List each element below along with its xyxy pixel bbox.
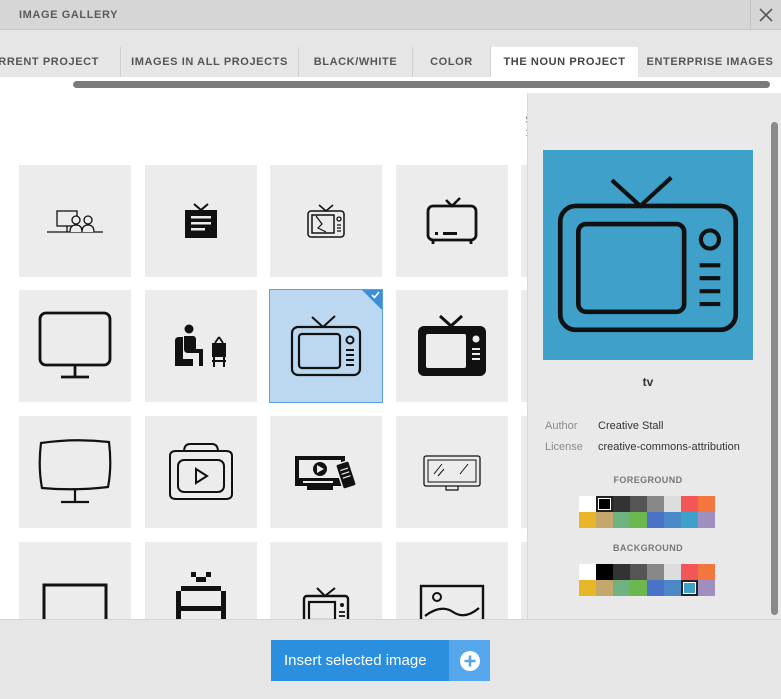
dialog-footer: Insert selected image: [0, 619, 781, 699]
image-tile[interactable]: [396, 165, 508, 277]
tv-icon: [290, 315, 362, 377]
image-tile-selected[interactable]: [269, 289, 383, 403]
tab-bar: CURRENT PROJECT IMAGES IN ALL PROJECTS B…: [0, 30, 781, 77]
horizontal-scrollbar[interactable]: [73, 81, 770, 88]
vertical-scrollbar[interactable]: [771, 122, 778, 615]
pixel-tv-icon: [176, 572, 226, 619]
insert-button-label: Insert selected image: [284, 652, 427, 669]
tv-icon: [557, 176, 739, 333]
image-tile[interactable]: [396, 290, 508, 402]
background-color-swatch[interactable]: [664, 580, 681, 596]
foreground-color-swatch[interactable]: [664, 512, 681, 528]
image-tile[interactable]: [19, 542, 131, 619]
insert-selected-image-button[interactable]: Insert selected image: [271, 640, 490, 681]
background-color-swatch[interactable]: [647, 580, 664, 596]
background-color-swatch[interactable]: [596, 580, 613, 596]
background-color-swatch[interactable]: [596, 564, 613, 580]
foreground-color-swatch[interactable]: [698, 512, 715, 528]
video-tv-icon: [169, 443, 233, 500]
foreground-color-swatch[interactable]: [647, 496, 664, 512]
image-tile[interactable]: [19, 416, 131, 528]
image-tile[interactable]: [396, 542, 508, 619]
image-tile[interactable]: [145, 165, 257, 277]
foreground-color-swatch-selected[interactable]: [596, 496, 613, 512]
background-color-swatch[interactable]: [664, 564, 681, 580]
details-panel: tv Author Creative Stall License creativ…: [527, 93, 781, 619]
background-palette: [579, 564, 715, 596]
background-color-swatch[interactable]: [630, 580, 647, 596]
foreground-palette: [579, 496, 715, 528]
license-label: License: [545, 441, 583, 453]
small-tv-icon: [302, 587, 350, 619]
foreground-color-swatch[interactable]: [681, 512, 698, 528]
person-watching-tv-icon: [175, 324, 226, 367]
image-tile[interactable]: [19, 290, 131, 402]
background-color-swatch[interactable]: [647, 564, 664, 580]
background-color-swatch[interactable]: [613, 580, 630, 596]
background-color-swatch[interactable]: [613, 564, 630, 580]
image-grid: S 1: [0, 93, 527, 619]
image-tile[interactable]: [145, 542, 257, 619]
image-tile[interactable]: [19, 165, 131, 277]
monitor-icon: [38, 311, 112, 379]
dialog-title: IMAGE GALLERY: [19, 9, 119, 21]
image-tile[interactable]: [270, 542, 382, 619]
image-tile[interactable]: [145, 416, 257, 528]
people-at-desk-icon: [47, 210, 103, 233]
image-tile[interactable]: [270, 165, 382, 277]
icon-name: tv: [642, 375, 654, 389]
tab-enterprise-images[interactable]: ENTERPRISE IMAGES: [639, 47, 781, 77]
author-label: Author: [545, 420, 578, 432]
author-value: Creative Stall: [598, 420, 664, 432]
image-tile[interactable]: [270, 416, 382, 528]
background-color-swatch[interactable]: [630, 564, 647, 580]
tab-black-white[interactable]: BLACK/WHITE: [299, 47, 413, 77]
close-icon: [759, 8, 773, 22]
background-color-swatch-selected[interactable]: [681, 580, 698, 596]
flat-tv-icon: [423, 455, 481, 491]
checkmark-icon: [371, 291, 380, 299]
foreground-color-swatch[interactable]: [579, 512, 596, 528]
plus-circle-icon: [459, 650, 480, 671]
close-button[interactable]: [750, 0, 781, 30]
background-color-swatch[interactable]: [579, 580, 596, 596]
background-label: BACKGROUND: [613, 543, 683, 553]
retro-tv-icon: [426, 197, 478, 244]
background-color-swatch[interactable]: [579, 564, 596, 580]
tab-color[interactable]: COLOR: [413, 47, 491, 77]
preview-image: [543, 150, 753, 360]
image-tile[interactable]: [396, 416, 508, 528]
tab-images-in-all-projects[interactable]: IMAGES IN ALL PROJECTS: [121, 47, 299, 77]
license-value: creative-commons-attribution: [598, 441, 740, 453]
foreground-color-swatch[interactable]: [630, 512, 647, 528]
foreground-color-swatch[interactable]: [698, 496, 715, 512]
background-color-swatch[interactable]: [681, 564, 698, 580]
tab-the-noun-project[interactable]: THE NOUN PROJECT: [491, 47, 639, 77]
sketch-monitor-icon: [38, 439, 112, 504]
foreground-color-swatch[interactable]: [579, 496, 596, 512]
background-color-swatch[interactable]: [698, 564, 715, 580]
dialog-header: IMAGE GALLERY: [0, 0, 781, 30]
foreground-color-swatch[interactable]: [647, 512, 664, 528]
background-color-swatch[interactable]: [698, 580, 715, 596]
plus-box: [449, 640, 490, 681]
foreground-color-swatch[interactable]: [613, 512, 630, 528]
foreground-color-swatch[interactable]: [681, 496, 698, 512]
tv-list-icon: [185, 203, 217, 238]
foreground-label: FOREGROUND: [613, 475, 683, 485]
foreground-color-swatch[interactable]: [596, 512, 613, 528]
tv-remote-icon: [295, 456, 357, 490]
tab-current-project[interactable]: CURRENT PROJECT: [0, 47, 121, 77]
broken-tv-icon: [307, 204, 345, 238]
picture-frame-icon: [419, 584, 485, 619]
widescreen-tv-icon: [42, 583, 108, 619]
foreground-color-swatch[interactable]: [664, 496, 681, 512]
foreground-color-swatch[interactable]: [613, 496, 630, 512]
black-tv-icon: [418, 314, 486, 376]
image-tile[interactable]: [145, 290, 257, 402]
foreground-color-swatch[interactable]: [630, 496, 647, 512]
